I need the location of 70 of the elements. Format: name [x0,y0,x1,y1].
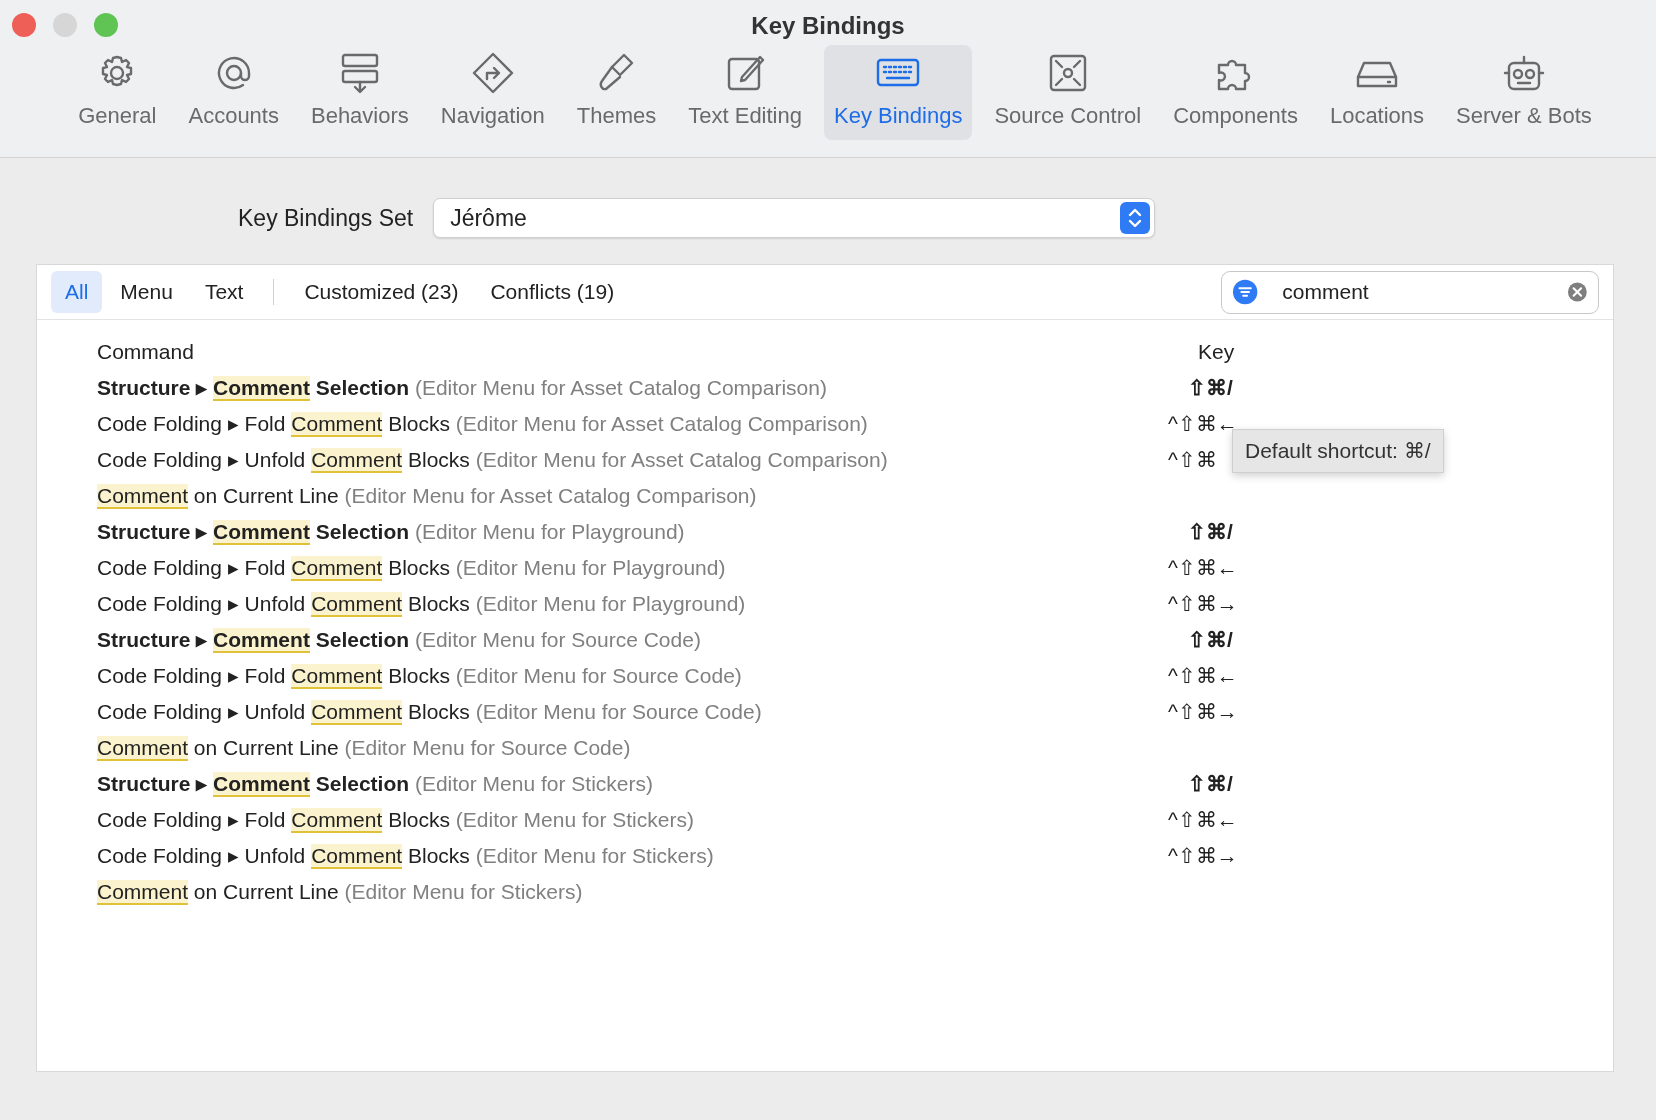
command-text: Code Folding ▸ Unfold Comment Blocks [97,448,470,474]
toolbar-tab[interactable]: Locations [1319,45,1435,140]
shortcut-text: ^⇧⌘← [1168,664,1238,688]
toolbar-tab[interactable]: General [68,45,167,140]
search-field[interactable]: comment [1270,275,1556,309]
filter-tab[interactable]: Text [190,271,258,313]
command-text: Code Folding ▸ Fold Comment Blocks [97,412,450,438]
context-text: (Editor Menu for Source Code) [475,700,762,724]
toolbar-tab[interactable]: Components [1163,45,1308,140]
shortcut-text: ^⇧⌘ [1168,448,1217,472]
command-text: Comment on Current Line [97,880,339,906]
tooltip: Default shortcut: ⌘/ [1232,429,1444,473]
window-title: Key Bindings [751,12,905,39]
column-header: Command [97,340,194,364]
context-text: (Editor Menu for Stickers) [344,880,583,904]
toolbar-tab[interactable]: Key Bindings [824,45,973,140]
context-text: (Editor Menu for Source Code) [344,736,631,760]
toolbar-tab[interactable]: Themes [566,45,667,140]
shortcut-text: ⇧⌘/ [1188,376,1233,400]
context-text: (Editor Menu for Playground) [414,520,685,544]
toolbar-tab[interactable]: Navigation [430,45,555,140]
context-text: (Editor Menu for Stickers) [414,772,653,796]
filter-tab[interactable]: Menu [106,271,187,313]
context-text: (Editor Menu for Stickers) [455,808,694,832]
command-text: Comment on Current Line [97,736,339,762]
context-text: (Editor Menu for Source Code) [455,664,742,688]
context-text: (Editor Menu for Asset Catalog Comparison) [475,448,888,472]
command-text: Code Folding ▸ Unfold Comment Blocks [97,592,470,618]
shortcut-text: ^⇧⌘→ [1168,700,1238,724]
zoom-button[interactable] [94,13,118,37]
shortcut-text: ⇧⌘/ [1188,772,1233,796]
command-text: Structure ▸ Comment Selection [97,376,410,402]
context-text: (Editor Menu for Source Code) [414,628,701,652]
key-bindings-set-popup[interactable]: Jérôme [433,198,1156,238]
shortcut-text: ⇧⌘/ [1188,628,1233,652]
shortcut-text: ^⇧⌘→ [1168,844,1238,868]
toolbar-tab[interactable]: Accounts [178,45,289,140]
command-text: Structure ▸ Comment Selection [97,772,410,798]
filter-tab[interactable]: All [51,271,103,313]
toolbar-tab[interactable]: Source Control [984,45,1152,140]
context-text: (Editor Menu for Playground) [475,592,746,616]
close-button[interactable] [12,13,36,37]
context-text: (Editor Menu for Asset Catalog Comparison) [455,412,868,436]
shortcut-text: ^⇧⌘← [1168,556,1238,580]
key-bindings-set-label: Key Bindings Set [238,203,414,233]
shortcut-text: ⇧⌘/ [1188,520,1233,544]
toolbar-tab[interactable]: Behaviors [300,45,419,140]
context-text: (Editor Menu for Playground) [455,556,726,580]
command-text: Code Folding ▸ Unfold Comment Blocks [97,700,470,726]
stepper-icon [1120,202,1151,234]
command-text: Code Folding ▸ Unfold Comment Blocks [97,844,470,870]
column-header: Key [1198,340,1235,364]
filter-icon[interactable] [1232,278,1259,306]
filter-tab[interactable]: Customized (23) [290,271,473,313]
shortcut-text: ^⇧⌘→ [1168,592,1238,616]
clear-icon[interactable] [1567,281,1588,303]
shortcut-text: ^⇧⌘← [1168,808,1238,832]
command-text: Structure ▸ Comment Selection [97,520,410,546]
command-text: Code Folding ▸ Fold Comment Blocks [97,808,450,834]
context-text: (Editor Menu for Stickers) [475,844,714,868]
command-text: Structure ▸ Comment Selection [97,628,410,654]
command-text: Code Folding ▸ Fold Comment Blocks [97,556,450,582]
toolbar-tab[interactable]: Text Editing [678,45,812,140]
context-text: (Editor Menu for Asset Catalog Comparison) [414,376,827,400]
filter-tab[interactable]: Conflicts (19) [476,271,629,313]
command-text: Comment on Current Line [97,484,339,510]
command-text: Code Folding ▸ Fold Comment Blocks [97,664,450,690]
context-text: (Editor Menu for Asset Catalog Comparison) [344,484,757,508]
toolbar-tab[interactable]: Server & Bots [1446,45,1602,140]
search-bar[interactable]: comment [1221,270,1599,314]
